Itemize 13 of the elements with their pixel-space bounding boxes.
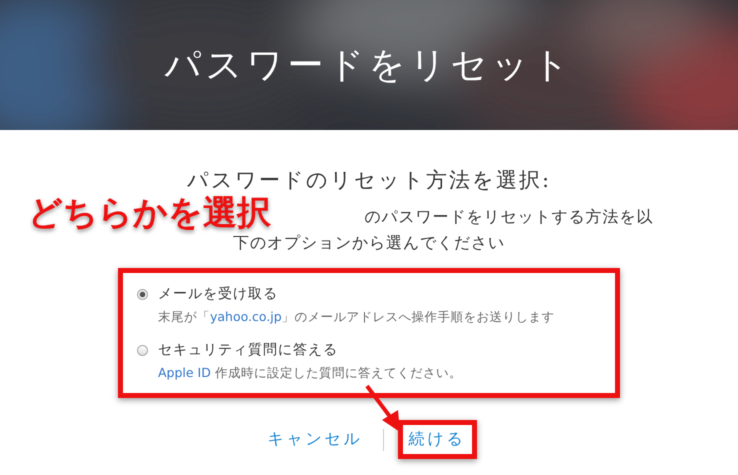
option-label[interactable]: メールを受け取る (158, 285, 588, 303)
cancel-link[interactable]: キャンセル (262, 425, 368, 454)
annotation-label: どちらかを選択 (28, 192, 271, 235)
radio-button[interactable] (137, 289, 148, 300)
option-description: Apple ID 作成時に設定した質問に答えてください。 (158, 364, 463, 382)
section-heading: パスワードのリセット方法を選択: (186, 167, 552, 194)
page-title: パスワードをリセット (164, 44, 574, 88)
radio-button[interactable] (137, 345, 148, 356)
description-text: のパスワードをリセットする方法を以 (364, 206, 654, 228)
option-description: 末尾が「yahoo.co.jp」のメールアドレスへ操作手順をお送りします (158, 308, 556, 326)
option-label[interactable]: セキュリティ質問に答える (158, 341, 588, 359)
continue-button[interactable]: 続ける (398, 420, 476, 459)
description-text: 下のオプションから選んでください (233, 232, 505, 254)
